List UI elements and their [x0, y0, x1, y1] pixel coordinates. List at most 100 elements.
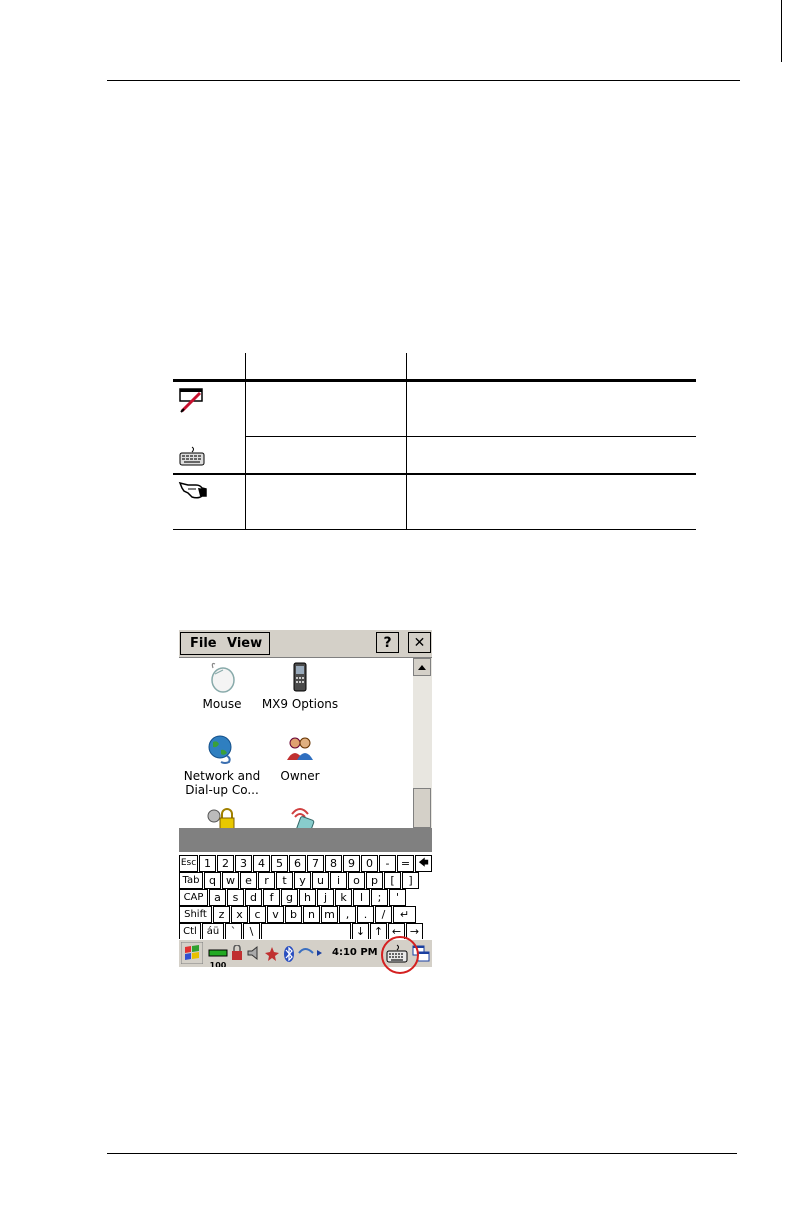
key-z[interactable]: z: [213, 906, 230, 923]
security-icon[interactable]: [230, 945, 244, 961]
key-up-arrow[interactable]: ↑: [370, 923, 387, 940]
list-item-mouse[interactable]: Mouse: [187, 660, 257, 711]
key-quote[interactable]: ': [389, 889, 406, 906]
key-7[interactable]: 7: [307, 855, 324, 872]
key-enter[interactable]: ↵: [393, 906, 416, 923]
key-u[interactable]: u: [312, 872, 329, 889]
key-k[interactable]: k: [335, 889, 352, 906]
scroll-thumb[interactable]: [413, 788, 431, 828]
key-1[interactable]: 1: [199, 855, 216, 872]
start-button[interactable]: [180, 941, 204, 967]
list-item-password[interactable]: [201, 804, 241, 828]
key-backslash[interactable]: \: [243, 923, 260, 940]
sip-gray-band: [179, 828, 432, 852]
key-ctrl[interactable]: Ctl: [179, 923, 201, 940]
key-m[interactable]: m: [321, 906, 338, 923]
table-row-rule-1: [245, 436, 696, 437]
key-slash[interactable]: /: [375, 906, 392, 923]
key-c[interactable]: c: [249, 906, 266, 923]
mouse-icon: [211, 662, 235, 693]
table-bottom-rule: [173, 529, 696, 530]
file-menu[interactable]: File: [190, 636, 217, 651]
list-item-label: Network and: [183, 769, 261, 783]
key-y[interactable]: y: [294, 872, 311, 889]
key-backspace[interactable]: 🡄: [415, 855, 432, 872]
key-n[interactable]: n: [303, 906, 320, 923]
keyboard-row-4: Shift z x c v b n m , . / ↵: [179, 906, 417, 923]
key-h[interactable]: h: [299, 889, 316, 906]
key-w[interactable]: w: [222, 872, 239, 889]
network-globe-icon: [208, 735, 232, 764]
key-8[interactable]: 8: [325, 855, 342, 872]
owner-people-icon: [287, 737, 313, 760]
list-item-mx9-options[interactable]: MX9 Options: [259, 660, 341, 711]
list-item-owner[interactable]: Owner: [269, 732, 331, 783]
key-intl[interactable]: áü: [202, 923, 224, 940]
key-s[interactable]: s: [227, 889, 244, 906]
battery-icon: [208, 949, 228, 957]
key-left-bracket[interactable]: [: [384, 872, 401, 889]
view-menu[interactable]: View: [227, 636, 262, 651]
clock[interactable]: 4:10 PM: [332, 947, 378, 958]
menu-group: File View: [180, 632, 270, 655]
key-esc[interactable]: Esc: [179, 855, 198, 872]
table-header-rule: [173, 379, 696, 382]
key-caps[interactable]: CAP: [179, 889, 208, 906]
close-button[interactable]: ✕: [408, 632, 431, 653]
key-6[interactable]: 6: [289, 855, 306, 872]
scroll-up-button[interactable]: [413, 658, 431, 676]
key-l[interactable]: l: [353, 889, 370, 906]
key-backtick[interactable]: `: [225, 923, 242, 940]
key-3[interactable]: 3: [235, 855, 252, 872]
keyboard-icon: [178, 445, 206, 471]
soft-keyboard: Esc 1 2 3 4 5 6 7 8 9 0 - = 🡄 Tab q w e …: [179, 852, 432, 940]
key-q[interactable]: q: [204, 872, 221, 889]
key-g[interactable]: g: [281, 889, 298, 906]
key-i[interactable]: i: [330, 872, 347, 889]
key-down-arrow[interactable]: ↓: [352, 923, 369, 940]
key-j[interactable]: j: [317, 889, 334, 906]
key-a[interactable]: a: [209, 889, 226, 906]
key-v[interactable]: v: [267, 906, 284, 923]
key-tab[interactable]: Tab: [179, 872, 203, 889]
key-semicolon[interactable]: ;: [371, 889, 388, 906]
key-5[interactable]: 5: [271, 855, 288, 872]
battery-level: 100: [209, 961, 227, 968]
power-device-icon: [291, 808, 315, 828]
keyboard-row-3: CAP a s d f g h j k l ; ': [179, 889, 407, 906]
key-period[interactable]: .: [357, 906, 374, 923]
header-rule: [107, 80, 740, 81]
sync-arrow-icon[interactable]: [297, 945, 323, 961]
key-equals[interactable]: =: [397, 855, 414, 872]
key-o[interactable]: o: [348, 872, 365, 889]
key-right-bracket[interactable]: ]: [402, 872, 419, 889]
vertical-scrollbar[interactable]: [413, 658, 432, 828]
key-shift[interactable]: Shift: [179, 906, 212, 923]
network-connection-icon[interactable]: [263, 945, 281, 961]
key-minus[interactable]: -: [379, 855, 396, 872]
list-item-power[interactable]: [281, 804, 321, 828]
key-2[interactable]: 2: [217, 855, 234, 872]
battery-indicator[interactable]: 100: [208, 943, 228, 967]
bluetooth-icon[interactable]: [283, 945, 295, 963]
key-space[interactable]: [261, 923, 351, 940]
key-4[interactable]: 4: [253, 855, 270, 872]
key-t[interactable]: t: [276, 872, 293, 889]
key-x[interactable]: x: [231, 906, 248, 923]
key-d[interactable]: d: [245, 889, 262, 906]
speaker-icon[interactable]: [246, 945, 262, 961]
key-9[interactable]: 9: [343, 855, 360, 872]
list-item-network-dialup[interactable]: Network and Dial-up Co...: [181, 732, 263, 797]
list-item-label: Mouse: [202, 697, 242, 711]
mobile-device-icon: [293, 662, 307, 692]
key-f[interactable]: f: [263, 889, 280, 906]
key-b[interactable]: b: [285, 906, 302, 923]
key-r[interactable]: r: [258, 872, 275, 889]
help-button[interactable]: ?: [376, 632, 399, 653]
key-comma[interactable]: ,: [339, 906, 356, 923]
key-e[interactable]: e: [240, 872, 257, 889]
control-panel-list: Mouse MX9 Options Network and Dial-up Co…: [179, 658, 413, 828]
key-p[interactable]: p: [366, 872, 383, 889]
keyboard-row-2: Tab q w e r t y u i o p [ ]: [179, 872, 420, 889]
key-0[interactable]: 0: [361, 855, 378, 872]
